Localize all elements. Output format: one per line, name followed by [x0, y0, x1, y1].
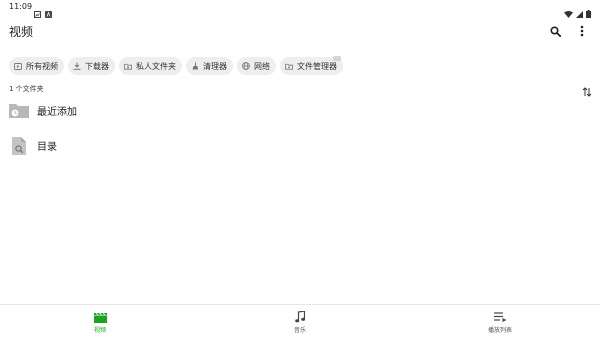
recent-folder-icon [9, 101, 29, 119]
chip-label: 私人文件夹 [136, 61, 176, 71]
chip-label: 所有视频 [26, 61, 58, 71]
chip-cleaner[interactable]: 清理器 [186, 57, 233, 75]
chip-network[interactable]: 网络 [237, 57, 276, 75]
status-time: 11:09 [9, 2, 33, 11]
app-bar: 视频 [0, 18, 600, 46]
list-item-recently-added[interactable]: 最近添加 [0, 95, 600, 125]
list-item-label: 目录 [37, 142, 57, 153]
folder-count: 1 个文件夹 [9, 85, 44, 93]
download-icon [73, 62, 81, 70]
app-notification-icon [45, 3, 52, 18]
nav-music[interactable]: 音乐 [200, 305, 400, 338]
music-note-icon [293, 311, 307, 323]
folder-icon [285, 62, 293, 70]
list-item-directory[interactable]: 目录 [0, 130, 600, 160]
globe-icon [242, 62, 250, 70]
video-icon [14, 62, 22, 70]
more-vert-icon [580, 25, 584, 37]
search-button[interactable] [547, 23, 563, 39]
chip-private-folder[interactable]: 私人文件夹 [119, 57, 182, 75]
chip-downloader[interactable]: 下载器 [68, 57, 115, 75]
list-item-label: 最近添加 [37, 107, 77, 118]
folder-lock-icon [124, 62, 132, 70]
new-badge [333, 56, 341, 61]
bottom-navigation: 视频 音乐 播放列表 [0, 304, 600, 338]
search-icon [549, 25, 561, 37]
nav-playlist[interactable]: 播放列表 [400, 305, 600, 338]
sort-button[interactable] [582, 82, 592, 97]
nav-label: 音乐 [293, 327, 306, 334]
nav-label: 视频 [93, 327, 106, 334]
chip-label: 文件管理器 [297, 61, 337, 71]
image-notification-icon [34, 3, 41, 18]
chip-label: 网络 [254, 61, 270, 71]
playlist-icon [493, 311, 507, 323]
chip-file-manager[interactable]: 文件管理器 [280, 56, 343, 75]
nav-video[interactable]: 视频 [0, 305, 200, 338]
status-bar: 11:09 [0, 0, 600, 18]
chip-all-videos[interactable]: 所有视频 [9, 57, 64, 75]
page-title: 视频 [9, 25, 34, 39]
more-options-button[interactable] [574, 23, 590, 39]
nav-label: 播放列表 [487, 327, 512, 334]
file-search-icon [9, 136, 29, 155]
clapperboard-icon [93, 311, 107, 323]
shortcut-chips: 所有视频 下载器 私人文件夹 清理器 网络 文件管理器 [9, 56, 343, 75]
chip-label: 下载器 [85, 61, 109, 71]
broom-icon [191, 62, 199, 70]
chip-label: 清理器 [203, 61, 227, 71]
